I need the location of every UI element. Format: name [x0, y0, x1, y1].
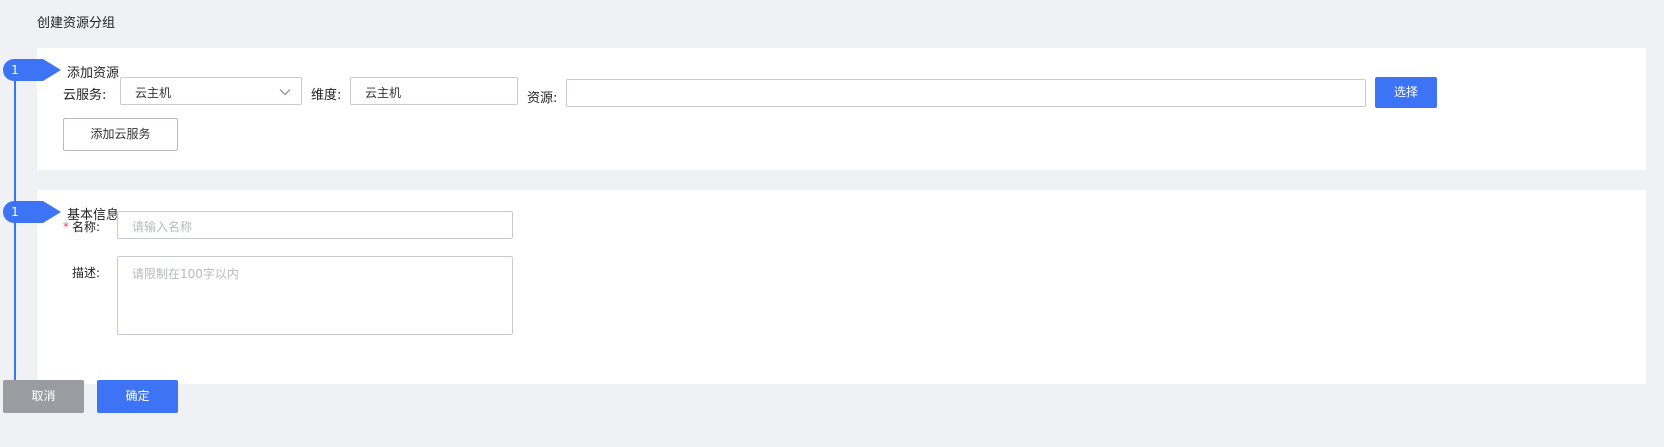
dimension-value: 云主机	[365, 86, 402, 100]
card-add-resource	[37, 48, 1646, 170]
chevron-down-icon	[279, 89, 291, 96]
confirm-button[interactable]: 确定	[97, 380, 178, 413]
resource-input[interactable]	[566, 79, 1366, 107]
name-label: * 名称:	[63, 218, 100, 235]
name-input[interactable]: 请输入名称	[117, 211, 513, 239]
description-textarea[interactable]: 请限制在100字以内	[117, 256, 513, 335]
required-mark: *	[63, 220, 69, 234]
step-badge-basic-info: 1	[3, 201, 61, 223]
dimension-label: 维度:	[311, 88, 342, 103]
add-cloud-service-button[interactable]: 添加云服务	[63, 118, 178, 151]
dimension-field[interactable]: 云主机	[350, 77, 518, 105]
description-placeholder: 请限制在100字以内	[132, 267, 239, 281]
resource-label: 资源:	[527, 91, 558, 106]
name-label-text: 名称:	[72, 220, 101, 234]
name-placeholder: 请输入名称	[132, 220, 193, 234]
page-title: 创建资源分组	[37, 16, 116, 31]
select-button[interactable]: 选择	[1375, 77, 1437, 108]
step-number: 1	[11, 63, 19, 77]
section-title-add-resource: 添加资源	[67, 66, 120, 81]
cloud-service-select[interactable]: 云主机	[120, 77, 302, 105]
description-label: 描述:	[72, 266, 101, 280]
step-timeline-line	[14, 70, 16, 384]
step-number: 1	[11, 205, 19, 219]
cloud-service-label: 云服务:	[63, 88, 107, 103]
step-badge-add-resource: 1	[3, 59, 61, 81]
cancel-button[interactable]: 取消	[3, 380, 84, 413]
cloud-service-value: 云主机	[135, 86, 172, 100]
